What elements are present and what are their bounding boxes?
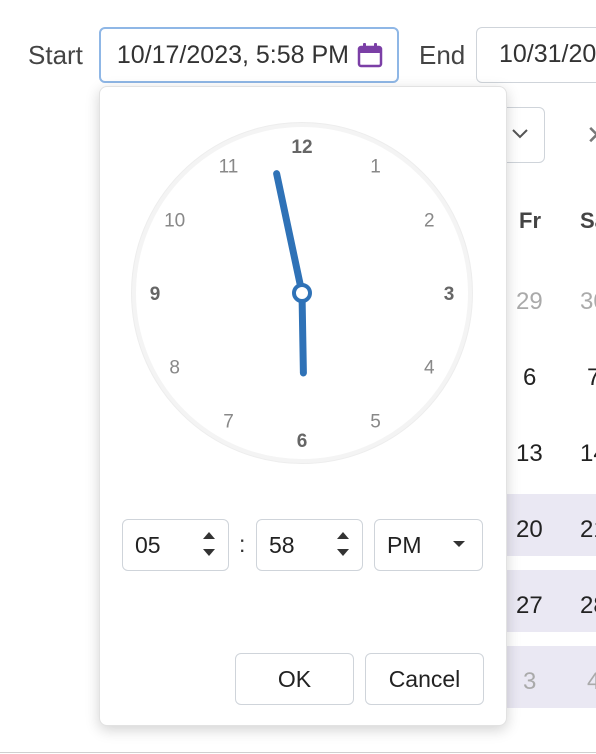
clock-number[interactable]: 10	[164, 211, 185, 232]
ampm-select[interactable]: PM	[374, 519, 483, 571]
calendar-day[interactable]: 29	[516, 288, 543, 316]
calendar-day[interactable]: 20	[516, 516, 543, 544]
weekday-header: Fr	[519, 208, 541, 233]
start-datetime-value: 10/17/2023, 5:58 PM	[116, 41, 349, 69]
caret-down-icon[interactable]	[202, 548, 216, 558]
calendar-day[interactable]: 21	[580, 516, 596, 544]
calendar-day[interactable]: 13	[516, 440, 543, 468]
cancel-button[interactable]: Cancel	[365, 653, 484, 705]
chevron-down-icon	[512, 129, 528, 139]
end-label: End	[419, 40, 466, 70]
caret-down-icon	[453, 541, 465, 547]
calendar-day[interactable]: 6	[523, 364, 536, 392]
end-datetime-value: 10/31/2023, 5:58 PM	[499, 40, 596, 68]
minute-value: 58	[269, 532, 295, 558]
caret-up-icon[interactable]	[202, 530, 216, 540]
ok-button[interactable]: OK	[235, 653, 354, 705]
calendar-day[interactable]: 7	[587, 364, 596, 392]
calendar-day[interactable]: 4	[587, 668, 596, 696]
clock-center	[292, 283, 312, 303]
calendar-day[interactable]: 14	[580, 440, 596, 468]
minute-spinner[interactable]: 58	[256, 519, 363, 571]
clock-number[interactable]: 1	[370, 157, 381, 178]
calendar-day[interactable]: 3	[523, 668, 536, 696]
caret-down-icon[interactable]	[336, 548, 350, 558]
caret-up-icon[interactable]	[336, 530, 350, 540]
clock-number[interactable]: 5	[370, 411, 381, 432]
calendar-day[interactable]: 27	[516, 592, 543, 620]
clock-number[interactable]: 11	[219, 157, 239, 178]
time-picker-popup: 12 1 2 3 4 5 6 7 8 9 10 11 05 : 58 PM OK Cancel	[99, 86, 507, 726]
hour-value: 05	[135, 532, 161, 558]
clock-number[interactable]: 3	[444, 284, 455, 305]
ampm-value: PM	[387, 532, 422, 558]
weekday-header: Sa	[580, 208, 596, 233]
clock-number[interactable]: 6	[297, 431, 308, 452]
time-separator: :	[239, 531, 246, 557]
clock-number[interactable]: 9	[150, 284, 161, 305]
clock-number[interactable]: 8	[169, 358, 180, 379]
clock-number[interactable]: 4	[424, 358, 435, 379]
hour-hand[interactable]	[298, 289, 307, 377]
start-label: Start	[28, 40, 83, 70]
hour-spinner[interactable]: 05	[122, 519, 229, 571]
calendar-day[interactable]: 30	[580, 288, 596, 316]
clock-number[interactable]: 12	[291, 137, 312, 158]
week-highlight	[505, 646, 596, 708]
divider	[0, 752, 596, 753]
close-icon[interactable]: ✕	[586, 120, 596, 151]
end-datetime-input[interactable]: 10/31/2023, 5:58 PM	[476, 27, 596, 83]
clock-number[interactable]: 2	[424, 211, 435, 232]
calendar-day[interactable]: 28	[580, 592, 596, 620]
calendar-icon[interactable]	[357, 42, 383, 68]
analog-clock-face[interactable]: 121234567891011	[130, 121, 474, 465]
clock-number[interactable]: 7	[223, 411, 234, 432]
start-datetime-input[interactable]: 10/17/2023, 5:58 PM	[99, 27, 399, 83]
